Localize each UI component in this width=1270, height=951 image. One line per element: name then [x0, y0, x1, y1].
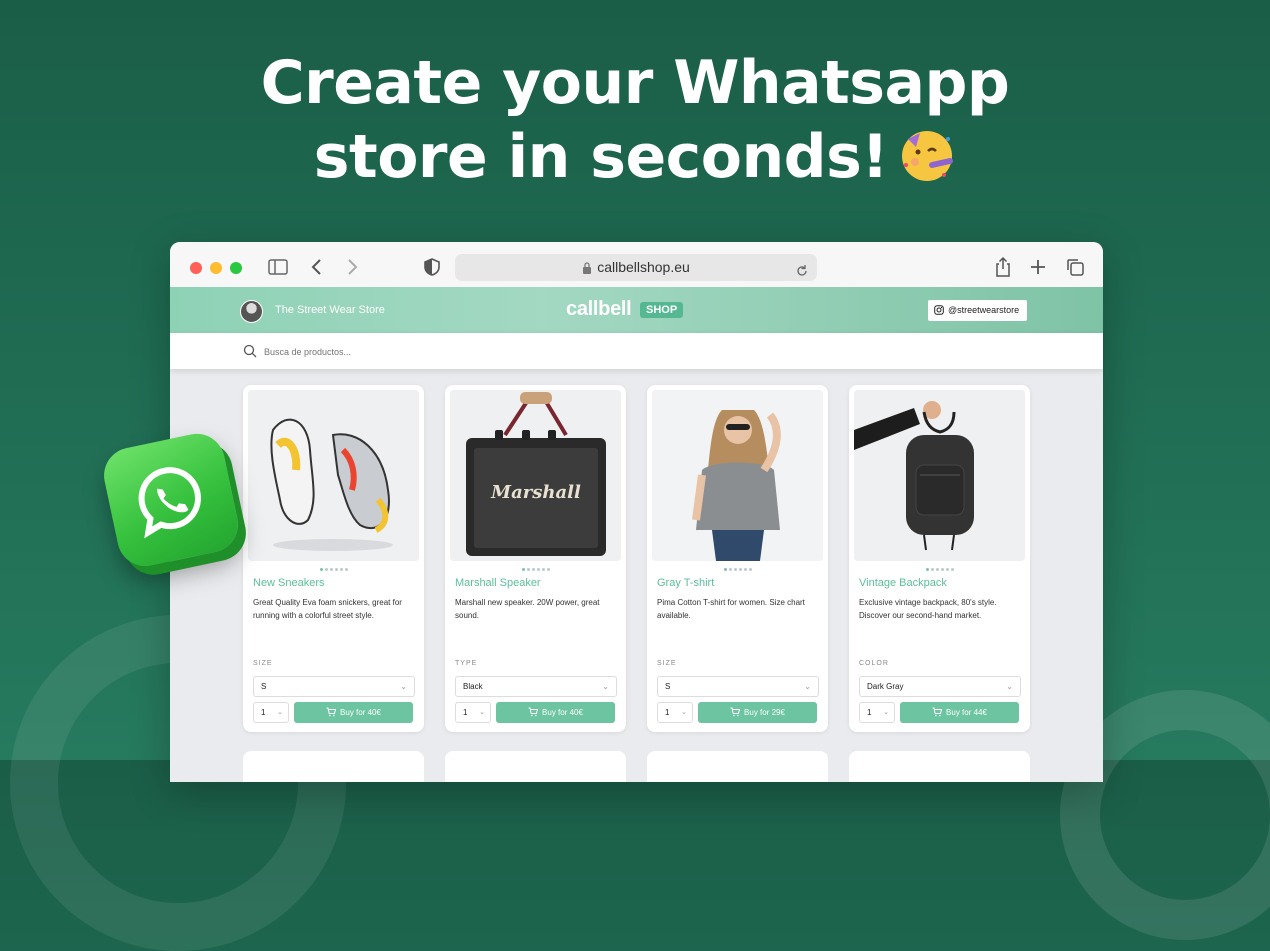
headline-line-2: store in seconds! [0, 120, 1270, 194]
product-card[interactable]: New Sneakers Great Quality Eva foam snic… [243, 385, 424, 732]
chevron-down-icon: ⌄ [883, 709, 889, 716]
product-image-backpack[interactable] [854, 390, 1025, 561]
product-image-speaker[interactable]: Marshall [450, 390, 621, 561]
option-label: TYPE [455, 660, 478, 667]
product-card[interactable]: Vintage Backpack Exclusive vintage backp… [849, 385, 1030, 732]
option-value: S [665, 682, 671, 691]
callbell-logo: callbell [566, 298, 632, 320]
maximize-window-button[interactable] [230, 262, 242, 274]
product-card[interactable]: Marshall Marshall Speaker Marshall new s… [445, 385, 626, 732]
browser-toolbar: callbellshop.eu [170, 242, 1103, 288]
quantity-value: 1 [463, 708, 468, 717]
search-bar [170, 333, 1103, 369]
forward-icon[interactable] [341, 256, 363, 278]
sidebar-icon[interactable] [267, 256, 289, 278]
image-carousel-dots[interactable] [243, 564, 424, 571]
quantity-select[interactable]: 1 ⌄ [657, 702, 693, 723]
headline: Create your Whatsapp store in seconds! [0, 46, 1270, 194]
product-title[interactable]: Gray T-shirt [657, 577, 714, 589]
quantity-select[interactable]: 1 ⌄ [859, 702, 895, 723]
cart-icon [932, 707, 943, 717]
cart-icon [528, 707, 539, 717]
headline-line-2-text: store in seconds! [313, 122, 889, 192]
product-description: Pima Cotton T-shirt for women. Size char… [657, 598, 805, 620]
back-icon[interactable] [306, 256, 328, 278]
search-icon [243, 344, 257, 358]
chevron-down-icon: ⌄ [479, 709, 485, 716]
instagram-handle: @streetwearstore [948, 305, 1020, 315]
buy-button[interactable]: Buy for 40€ [294, 702, 413, 723]
buy-label: Buy for 40€ [542, 708, 583, 717]
product-title[interactable]: Marshall Speaker [455, 577, 541, 589]
browser-window: callbellshop.eu The Street Wear Store ca… [170, 242, 1103, 782]
tabs-icon[interactable] [1064, 256, 1086, 278]
buy-button[interactable]: Buy for 29€ [698, 702, 817, 723]
buy-label: Buy for 29€ [744, 708, 785, 717]
option-label: SIZE [253, 660, 273, 667]
product-title[interactable]: Vintage Backpack [859, 577, 947, 589]
buy-label: Buy for 40€ [340, 708, 381, 717]
image-carousel-dots[interactable] [445, 564, 626, 571]
product-image-tshirt[interactable] [652, 390, 823, 561]
image-carousel-dots[interactable] [647, 564, 828, 571]
option-select[interactable]: Dark Gray ⌄ [859, 676, 1021, 697]
close-window-button[interactable] [190, 262, 202, 274]
quantity-value: 1 [867, 708, 872, 717]
lock-icon [582, 256, 592, 283]
address-bar[interactable]: callbellshop.eu [455, 254, 817, 281]
quantity-select[interactable]: 1 ⌄ [253, 702, 289, 723]
option-select[interactable]: S ⌄ [657, 676, 819, 697]
whatsapp-icon [98, 428, 244, 572]
product-card[interactable]: Gray T-shirt Pima Cotton T-shirt for wom… [647, 385, 828, 732]
product-description: Marshall new speaker. 20W power, great s… [455, 598, 600, 620]
buy-button[interactable]: Buy for 40€ [496, 702, 615, 723]
quantity-select[interactable]: 1 ⌄ [455, 702, 491, 723]
search-input[interactable] [262, 342, 566, 362]
option-value: S [261, 682, 267, 691]
partying-face-icon [898, 125, 956, 183]
option-value: Black [463, 682, 483, 691]
buy-button[interactable]: Buy for 44€ [900, 702, 1019, 723]
chevron-down-icon: ⌄ [602, 682, 609, 691]
instagram-button[interactable]: @streetwearstore [928, 300, 1028, 321]
image-carousel-dots[interactable] [849, 564, 1030, 571]
marshall-logo-text: Marshall [490, 482, 581, 503]
instagram-icon [934, 305, 944, 315]
shield-icon[interactable] [421, 256, 443, 278]
chevron-down-icon: ⌄ [1006, 682, 1013, 691]
chevron-down-icon: ⌄ [277, 709, 283, 716]
product-card-next-row[interactable] [445, 751, 626, 782]
chevron-down-icon: ⌄ [400, 682, 407, 691]
product-card-next-row[interactable] [243, 751, 424, 782]
option-select[interactable]: S ⌄ [253, 676, 415, 697]
option-select[interactable]: Black ⌄ [455, 676, 617, 697]
product-description: Exclusive vintage backpack, 80's style. … [859, 598, 997, 620]
minimize-window-button[interactable] [210, 262, 222, 274]
chevron-down-icon: ⌄ [681, 709, 687, 716]
cart-icon [730, 707, 741, 717]
chevron-down-icon: ⌄ [804, 682, 811, 691]
quantity-value: 1 [261, 708, 266, 717]
option-value: Dark Gray [867, 682, 904, 691]
product-card-next-row[interactable] [849, 751, 1030, 782]
product-description: Great Quality Eva foam snickers, great f… [253, 598, 402, 620]
cart-icon [326, 707, 337, 717]
product-title[interactable]: New Sneakers [253, 577, 325, 589]
product-image-sneakers[interactable] [248, 390, 419, 561]
headline-line-1: Create your Whatsapp [260, 48, 1010, 118]
store-name[interactable]: The Street Wear Store [275, 304, 385, 316]
store-avatar[interactable] [240, 300, 263, 323]
option-label: COLOR [859, 660, 889, 667]
url-text: callbellshop.eu [597, 259, 690, 275]
option-label: SIZE [657, 660, 677, 667]
shop-badge: SHOP [640, 302, 684, 318]
share-icon[interactable] [992, 256, 1014, 278]
shop-header: The Street Wear Store callbell SHOP @str… [170, 287, 1103, 333]
new-tab-icon[interactable] [1027, 256, 1049, 278]
reload-icon[interactable] [795, 260, 809, 287]
product-card-next-row[interactable] [647, 751, 828, 782]
buy-label: Buy for 44€ [946, 708, 987, 717]
quantity-value: 1 [665, 708, 670, 717]
